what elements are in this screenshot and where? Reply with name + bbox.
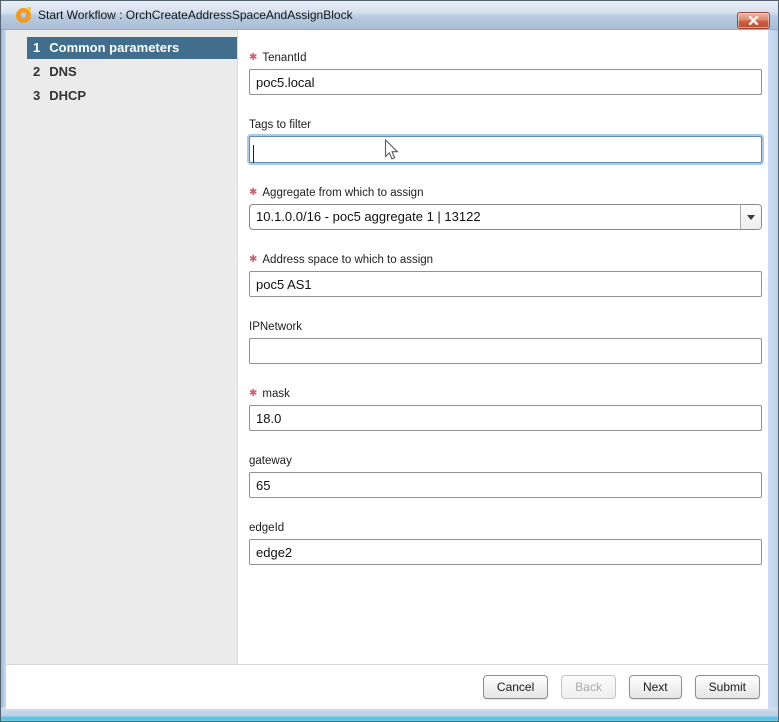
field-label: edgeId bbox=[249, 522, 768, 534]
address-space-input[interactable] bbox=[249, 271, 762, 297]
step-label: Common parameters bbox=[49, 37, 179, 59]
window-frame-bottom bbox=[1, 707, 778, 721]
field-label: ✱ TenantId bbox=[249, 52, 768, 64]
close-button[interactable] bbox=[737, 12, 770, 29]
required-marker-icon: ✱ bbox=[249, 52, 257, 63]
form-panel: ✱ TenantId Tags to filter ✱ Aggregate fr… bbox=[238, 30, 768, 664]
wizard-body: 1 Common parameters 2 DNS 3 DHCP ✱ Ten bbox=[6, 30, 768, 664]
field-edgeid: edgeId bbox=[249, 522, 768, 565]
field-label: ✱ Address space to which to assign bbox=[249, 254, 768, 266]
required-marker-icon: ✱ bbox=[249, 388, 257, 399]
field-label-text: Tags to filter bbox=[249, 119, 311, 131]
edgeid-input[interactable] bbox=[249, 539, 762, 565]
field-label-text: TenantId bbox=[262, 52, 306, 64]
field-label: IPNetwork bbox=[249, 321, 768, 333]
field-label-text: Address space to which to assign bbox=[262, 254, 433, 266]
start-workflow-dialog: Start Workflow : OrchCreateAddressSpaceA… bbox=[0, 0, 779, 722]
step-label: DHCP bbox=[49, 85, 86, 107]
required-marker-icon: ✱ bbox=[249, 254, 257, 265]
gateway-input[interactable] bbox=[249, 472, 762, 498]
step-number: 2 bbox=[33, 61, 40, 83]
field-label: ✱ Aggregate from which to assign bbox=[249, 187, 768, 199]
field-label: gateway bbox=[249, 455, 768, 467]
submit-button[interactable]: Submit bbox=[695, 675, 760, 699]
field-label-text: edgeId bbox=[249, 522, 284, 534]
cancel-button[interactable]: Cancel bbox=[483, 675, 548, 699]
orchestrator-ring-icon bbox=[16, 8, 31, 23]
close-icon bbox=[748, 16, 759, 25]
field-mask: ✱ mask bbox=[249, 388, 768, 431]
field-aggregate: ✱ Aggregate from which to assign 10.1.0.… bbox=[249, 187, 768, 230]
chevron-down-icon bbox=[740, 205, 761, 229]
field-label-text: mask bbox=[262, 388, 289, 400]
field-label: Tags to filter bbox=[249, 119, 768, 131]
step-number: 1 bbox=[33, 37, 40, 59]
client-area: 1 Common parameters 2 DNS 3 DHCP ✱ Ten bbox=[6, 30, 768, 709]
aggregate-selected-value: 10.1.0.0/16 - poc5 aggregate 1 | 13122 bbox=[250, 205, 740, 229]
tenantid-input[interactable] bbox=[249, 69, 762, 95]
titlebar[interactable]: Start Workflow : OrchCreateAddressSpaceA… bbox=[1, 1, 778, 30]
field-label-text: IPNetwork bbox=[249, 321, 302, 333]
mask-input[interactable] bbox=[249, 405, 762, 431]
tags-to-filter-input[interactable] bbox=[249, 136, 762, 163]
field-address-space: ✱ Address space to which to assign bbox=[249, 254, 768, 297]
step-number: 3 bbox=[33, 85, 40, 107]
step-dhcp[interactable]: 3 DHCP bbox=[27, 85, 237, 107]
footer-button-bar: Cancel Back Next Submit bbox=[6, 664, 768, 709]
field-label-text: Aggregate from which to assign bbox=[262, 187, 423, 199]
steps-sidebar: 1 Common parameters 2 DNS 3 DHCP bbox=[6, 30, 238, 664]
field-tags-to-filter: Tags to filter bbox=[249, 119, 768, 163]
back-button[interactable]: Back bbox=[561, 675, 616, 699]
field-tenantid: ✱ TenantId bbox=[249, 52, 768, 95]
ipnetwork-input[interactable] bbox=[249, 338, 762, 364]
window-title: Start Workflow : OrchCreateAddressSpaceA… bbox=[38, 8, 353, 22]
aggregate-select[interactable]: 10.1.0.0/16 - poc5 aggregate 1 | 13122 bbox=[249, 204, 762, 230]
step-label: DNS bbox=[49, 61, 76, 83]
required-marker-icon: ✱ bbox=[249, 187, 257, 198]
field-label-text: gateway bbox=[249, 455, 292, 467]
field-gateway: gateway bbox=[249, 455, 768, 498]
field-label: ✱ mask bbox=[249, 388, 768, 400]
field-ipnetwork: IPNetwork bbox=[249, 321, 768, 364]
text-caret bbox=[253, 145, 254, 163]
step-common-parameters[interactable]: 1 Common parameters bbox=[27, 37, 237, 59]
next-button[interactable]: Next bbox=[629, 675, 682, 699]
step-dns[interactable]: 2 DNS bbox=[27, 61, 237, 83]
